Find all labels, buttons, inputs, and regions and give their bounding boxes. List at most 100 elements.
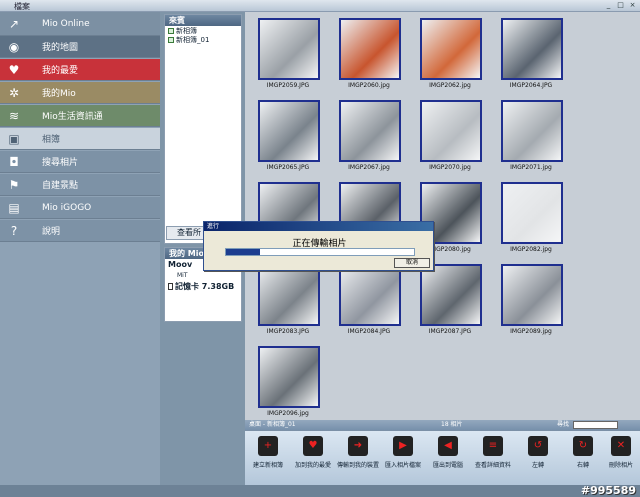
photo-filename: IMGP2087.JPG [428, 328, 472, 335]
photo-thumbnail[interactable]: IMGP2065.JPG [248, 96, 328, 178]
rotate-right-button[interactable]: ↻ 右轉 [563, 434, 603, 482]
sidebar-item-search-photos[interactable]: ◘ 搜尋相片 [0, 151, 160, 173]
sidebar-item-label: 搜尋相片 [42, 158, 79, 168]
heart-icon: ♥ [8, 62, 20, 77]
arrow-icon: ↗ [8, 16, 20, 31]
sidebar-item-label: Mio Online [42, 18, 90, 29]
sidebar-item-my-mio[interactable]: ✲ 我的Mio [0, 82, 160, 104]
photo-filename: IMGP2062.jpg [429, 82, 471, 89]
rotate-left-button[interactable]: ↺ 左轉 [518, 434, 558, 482]
album-icon [168, 27, 174, 34]
sidebar-item-favorites[interactable]: ♥ 我的最愛 [0, 59, 160, 81]
sidebar-item-label: 我的Mio [42, 89, 76, 99]
memory-card-item[interactable]: 記憶卡 7.38GB [165, 281, 241, 292]
toolbar-button-label: 刪除相片 [608, 462, 633, 469]
photo-image [339, 18, 401, 80]
toolbar-button-label: 匯入相片檔案 [384, 462, 421, 469]
delete-photo-button[interactable]: ✕ 刪除相片 [601, 434, 640, 482]
bottom-toolbar: + 建立新相簿 ♥ 加到我的最愛 ➜ 傳輸到我的裝置 ▶ 匯入相片檔案 ◀ 匯出到電腦 ≡ 查看詳細資… [245, 430, 640, 485]
progress-dialog: 進行 正在傳輸相片 取消 [203, 221, 434, 271]
import-photos-button[interactable]: ▶ 匯入相片檔案 [383, 434, 423, 482]
sidebar-item-help[interactable]: ? 說明 [0, 220, 160, 242]
toolbar-button-label: 建立新相簿 [252, 462, 283, 469]
photo-filename: IMGP2083.JPG [266, 328, 310, 335]
memory-card-label: 記憶卡 7.38GB [175, 282, 235, 291]
photo-count: 18 相片 [441, 421, 463, 428]
photo-image [420, 100, 482, 162]
sidebar-item-custom-poi[interactable]: ⚑ 自建景點 [0, 174, 160, 196]
device-item[interactable]: MiT [165, 270, 241, 281]
toolbar-button-label: 查看詳細資料 [474, 462, 511, 469]
photo-thumbnail[interactable]: IMGP2096.jpg [248, 342, 328, 424]
help-icon: ? [10, 223, 18, 238]
view-all-button[interactable]: 查看所 [166, 226, 206, 240]
close-button[interactable]: × [628, 1, 637, 10]
toolbar-button-label: 加到我的最愛 [294, 462, 331, 469]
sidebar-item-my-map[interactable]: ◉ 我的地圖 [0, 36, 160, 58]
heart-icon: ♥ [303, 436, 323, 456]
sidebar-item-life-info[interactable]: ≋ Mio生活資訊通 [0, 105, 160, 127]
find-input[interactable] [573, 421, 618, 429]
sidebar-item-album[interactable]: ▣ 相簿 [0, 128, 160, 150]
minimize-button[interactable]: _ [604, 1, 613, 10]
photo-filename: IMGP2060.jpg [348, 82, 390, 89]
transfer-device-button[interactable]: ➜ 傳輸到我的裝置 [337, 434, 379, 482]
photo-thumbnail[interactable]: IMGP2082.jpg [491, 178, 571, 260]
photo-image [258, 100, 320, 162]
photo-image [258, 264, 320, 326]
maximize-button[interactable]: □ [616, 1, 625, 10]
sidebar-item-label: 我的最愛 [42, 66, 79, 76]
photo-thumbnail[interactable]: IMGP2087.JPG [410, 260, 490, 342]
photo-image [258, 346, 320, 408]
cancel-button[interactable]: 取消 [394, 258, 430, 268]
photo-thumbnail[interactable]: IMGP2059.JPG [248, 14, 328, 96]
sidebar-item-mio-online[interactable]: ↗ Mio Online [0, 12, 160, 36]
photo-grid: IMGP2059.JPG IMGP2060.jpg IMGP2062.jpg IMGP… [245, 12, 640, 420]
add-favorite-button[interactable]: ♥ 加到我的最愛 [293, 434, 333, 482]
photo-thumbnail[interactable]: IMGP2064.JPG [491, 14, 571, 96]
album-item[interactable]: 新相簿_01 [165, 35, 241, 44]
watermark: #995589 [580, 484, 636, 497]
photo-image [339, 100, 401, 162]
new-album-button[interactable]: + 建立新相簿 [248, 434, 288, 482]
sidebar-item-igogo[interactable]: ▤ Mio iGOGO [0, 197, 160, 219]
device-label: Moov [168, 260, 193, 269]
photo-image [339, 264, 401, 326]
view-details-button[interactable]: ≡ 查看詳細資料 [473, 434, 513, 482]
photo-icon: ▣ [8, 131, 20, 146]
window-controls: _ □ × [604, 1, 637, 10]
photo-thumbnail[interactable]: IMGP2083.JPG [248, 260, 328, 342]
photo-filename: IMGP2065.JPG [266, 164, 310, 171]
photo-filename: IMGP2084.JPG [347, 328, 391, 335]
photo-thumbnail[interactable]: IMGP2060.jpg [329, 14, 409, 96]
photo-thumbnail[interactable]: IMGP2071.jpg [491, 96, 571, 178]
photo-thumbnail[interactable]: IMGP2089.jpg [491, 260, 571, 342]
find-label: 尋找 [557, 421, 570, 428]
signal-icon: ≋ [8, 108, 20, 123]
photo-image [420, 18, 482, 80]
device-label: MiT [177, 272, 188, 279]
photo-image [258, 18, 320, 80]
photo-thumbnail[interactable]: IMGP2070.jpg [410, 96, 490, 178]
photo-thumbnail[interactable]: IMGP2062.jpg [410, 14, 490, 96]
photo-image [501, 182, 563, 244]
photo-image [501, 100, 563, 162]
photo-filename: IMGP2059.JPG [266, 82, 310, 89]
album-label: 新相簿_01 [176, 35, 210, 44]
photo-filename: IMGP2067.jpg [348, 164, 390, 171]
book-icon: ▤ [8, 200, 20, 215]
photo-thumbnail[interactable]: IMGP2067.jpg [329, 96, 409, 178]
photo-filename: IMGP2096.jpg [267, 410, 309, 417]
file-menu[interactable]: 檔案 [14, 1, 30, 12]
export-pc-button[interactable]: ◀ 匯出到電腦 [428, 434, 468, 482]
flag-icon: ⚑ [8, 177, 20, 192]
sidebar: ↗ Mio Online ◉ 我的地圖 ♥ 我的最愛 ✲ 我的Mio ≋ Mio… [0, 12, 160, 497]
toolbar-button-label: 匯出到電腦 [432, 462, 463, 469]
sidebar-item-label: 相簿 [42, 135, 61, 145]
toolbar-button-label: 傳輸到我的裝置 [336, 462, 379, 469]
progress-fill [226, 249, 260, 255]
sidebar-item-label: Mio iGOGO [42, 202, 92, 213]
photo-thumbnail[interactable]: IMGP2084.JPG [329, 260, 409, 342]
photo-filename: IMGP2064.JPG [509, 82, 553, 89]
eye-icon: ◉ [8, 39, 20, 54]
